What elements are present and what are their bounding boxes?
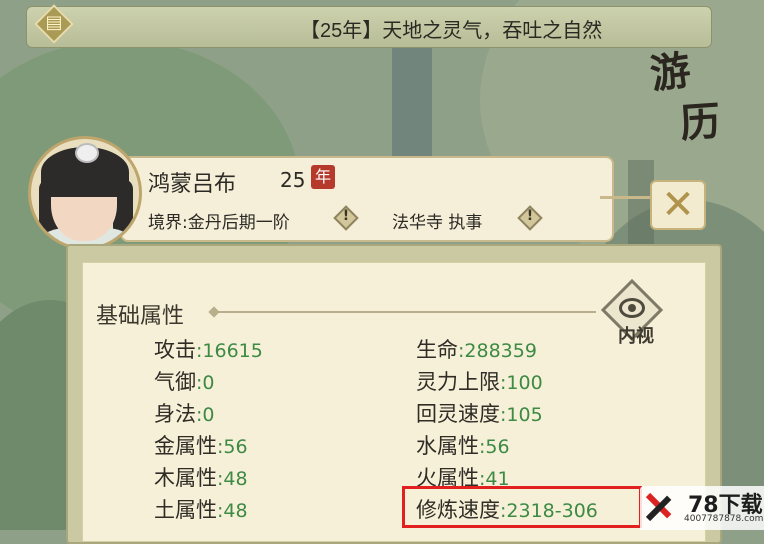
stat-mana-regen: 回灵速度:105 [416,402,543,426]
stat-mana-max: 灵力上限:100 [416,370,543,394]
section-title: 基础属性 [96,304,185,329]
watermark-url: 4007787878.com [684,514,764,524]
divider [600,196,650,199]
realm-info-icon[interactable]: ! [332,204,360,232]
sect-info-icon[interactable]: ! [516,204,544,232]
announcement-text: 【25年】天地之灵气，吞吐之自然 [300,20,603,42]
stat-hp: 生命:288359 [416,338,537,362]
close-icon: ✕ [661,182,695,228]
stat-metal: 金属性:56 [154,434,248,458]
stat-qi-defense: 气御:0 [154,370,215,394]
character-age: 25 [280,168,306,192]
sect-position: 法华寺 执事 [392,213,483,233]
highlight-box [402,486,642,528]
close-button[interactable]: ✕ [650,180,706,230]
travel-title[interactable]: 游 历 [640,40,740,150]
stat-water: 水属性:56 [416,434,510,458]
inspect-label: 内视 [618,326,654,347]
watermark-logo-icon [644,488,680,526]
cultivation-realm: 境界:金丹后期一阶 [148,213,290,233]
stat-wood: 木属性:48 [154,466,248,490]
rank-emblem-icon[interactable]: ▤ [34,4,74,44]
age-unit-badge: 年 [311,165,335,189]
section-divider [216,311,596,313]
stat-agility: 身法:0 [154,402,215,426]
eye-icon [619,298,645,318]
stat-earth: 土属性:48 [154,498,248,522]
inspect-button[interactable]: 内视 [600,278,670,352]
avatar[interactable] [28,136,142,250]
map-banner [392,40,432,160]
travel-title-char: 历 [678,97,722,148]
stat-attack: 攻击:16615 [154,338,263,362]
watermark: 78下载 4007787878.com [640,486,764,530]
character-name: 鸿蒙吕布 [148,172,237,197]
